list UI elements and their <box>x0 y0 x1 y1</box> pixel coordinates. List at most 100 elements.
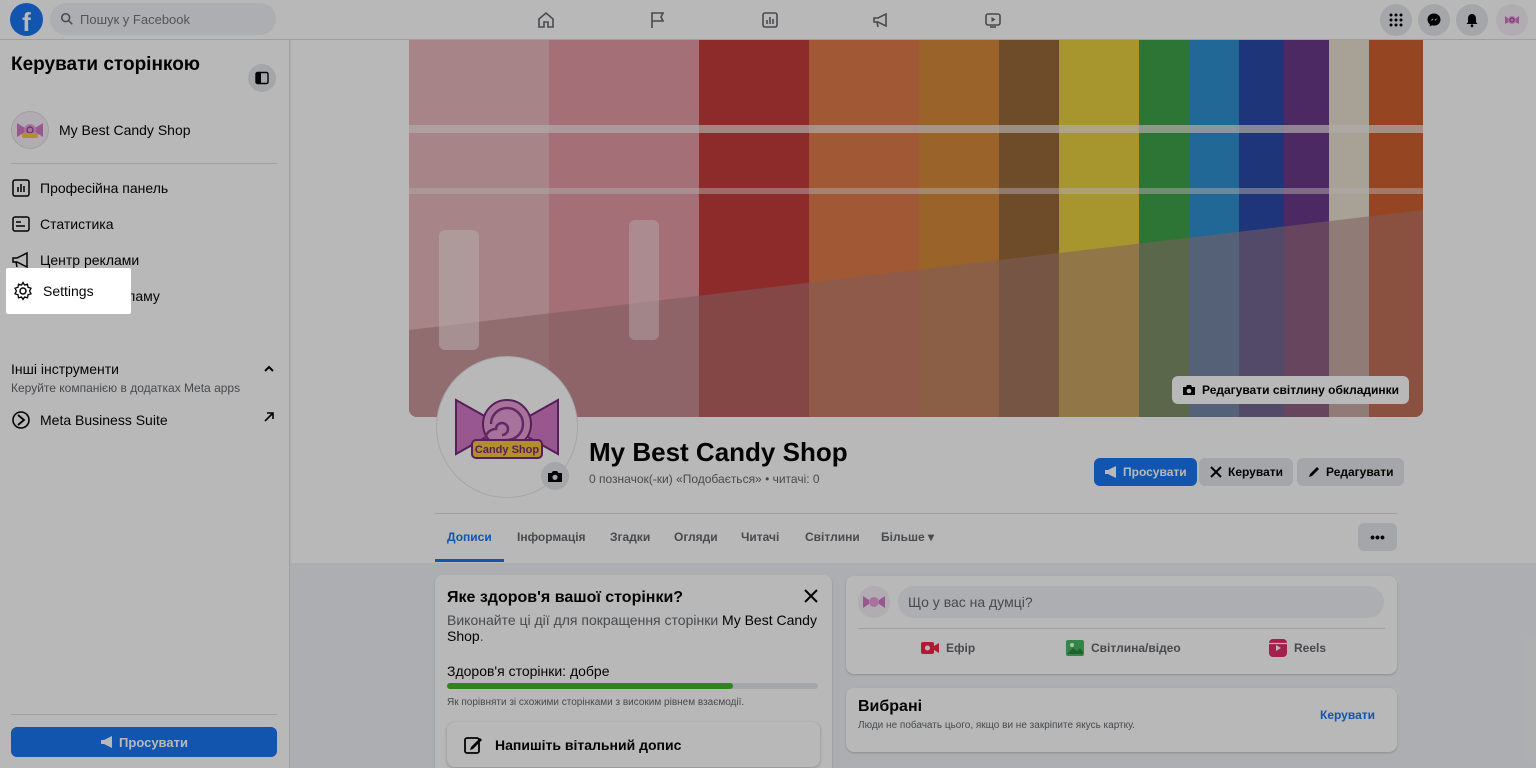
search-box[interactable] <box>50 3 276 35</box>
close-icon[interactable] <box>802 587 820 605</box>
health-progress-fill <box>447 683 733 689</box>
page-avatar <box>11 111 49 149</box>
candy-shop-logo: Candy Shop <box>455 398 559 459</box>
candy-logo-icon <box>863 596 885 608</box>
live-video-icon <box>921 642 939 654</box>
health-desc-suffix: . <box>479 628 484 644</box>
search-icon <box>60 12 73 25</box>
manage-button[interactable]: Керувати <box>1199 458 1293 486</box>
featured-title: Вибрані <box>858 698 923 715</box>
health-comparison-note: Як порівняти зі схожими сторінками з вис… <box>447 697 745 708</box>
tools-icon <box>1210 466 1222 478</box>
edit-cover-photo-button[interactable]: Редагувати світлину обкладинки <box>1172 376 1409 404</box>
sidebar-page-link[interactable]: My Best Candy Shop <box>11 111 191 149</box>
settings-label: Settings <box>43 283 94 299</box>
page-title: My Best Candy Shop <box>589 437 848 467</box>
edit-cover-label: Редагувати світлину обкладинки <box>1202 383 1399 397</box>
active-tab-indicator <box>435 559 504 562</box>
tab-reviews[interactable]: Огляди <box>674 530 718 544</box>
health-desc-prefix: Виконайте ці дії для покращення сторінки <box>447 612 723 628</box>
welcome-post-label: Напишіть вітальний допис <box>495 736 682 753</box>
sidebar-bottom-divider <box>11 714 277 715</box>
sidebar-page-name: My Best Candy Shop <box>59 122 191 138</box>
external-link-arrow-icon <box>264 412 274 422</box>
meta-business-suite-icon <box>12 411 30 429</box>
photo-video-label: Світлина/відео <box>1091 641 1181 655</box>
sidebar-item-label: Професійна панель <box>40 180 169 196</box>
tab-about[interactable]: Інформація <box>517 530 586 544</box>
megaphone-icon <box>1105 466 1116 478</box>
live-video-button[interactable]: Ефір <box>920 638 975 658</box>
health-card-title: Яке здоров'я вашої сторінки? <box>447 589 684 606</box>
video-icon[interactable] <box>981 8 1005 32</box>
live-label: Ефір <box>946 641 976 655</box>
sidebar-item-label: Meta Business Suite <box>40 412 168 428</box>
sidebar-divider <box>11 163 277 164</box>
megaphone-icon <box>101 736 113 748</box>
manage-page-sidebar: Керувати сторінкою My Best Candy Shop Пр… <box>0 40 290 768</box>
promote-button[interactable]: Просувати <box>1094 458 1197 486</box>
page-health-card: Яке здоров'я вашої сторінки? Виконайте ц… <box>435 575 832 768</box>
update-profile-picture-button[interactable] <box>541 462 569 490</box>
account-avatar[interactable] <box>1496 4 1528 36</box>
manage-label: Керувати <box>1228 465 1283 479</box>
ads-megaphone-icon[interactable] <box>869 8 893 32</box>
chevron-up-icon[interactable] <box>263 363 275 375</box>
tab-photos[interactable]: Світлини <box>805 530 860 544</box>
tab-posts[interactable]: Дописи <box>447 530 492 544</box>
reels-button[interactable]: Reels <box>1268 638 1326 658</box>
reels-label: Reels <box>1294 641 1327 655</box>
more-options-button[interactable]: ••• <box>1358 523 1397 551</box>
camera-icon <box>1183 385 1195 395</box>
tab-mentions[interactable]: Згадки <box>610 530 650 544</box>
tab-more[interactable]: Більше ▾ <box>881 530 934 544</box>
reels-icon <box>1269 639 1287 657</box>
insights-chart-icon[interactable] <box>758 8 782 32</box>
tabs-divider <box>435 513 1397 514</box>
search-input[interactable] <box>80 11 250 27</box>
write-welcome-post-button[interactable]: Напишіть вітальний допис <box>447 722 820 767</box>
photo-icon <box>1066 640 1084 656</box>
sidebar-item-insights[interactable]: Статистика <box>11 209 114 239</box>
post-composer-card: Що у вас на думці? Ефір Світлина/відео R… <box>846 576 1397 674</box>
edit-page-button[interactable]: Редагувати <box>1297 458 1404 486</box>
facebook-logo[interactable]: f <box>10 3 43 36</box>
top-navigation-bar: f <box>0 0 1536 40</box>
candy-logo-icon <box>1505 16 1519 24</box>
sidebar-item-label: Центр реклами <box>40 252 140 268</box>
sidebar-promote-button[interactable]: Просувати <box>11 727 277 757</box>
featured-manage-link[interactable]: Керувати <box>1320 708 1375 722</box>
page-stats: 0 позначок(-ки) «Подобається» • читачі: … <box>589 472 820 486</box>
gear-icon <box>14 281 32 301</box>
featured-subtitle: Люди не побачать цього, якщо ви не закрі… <box>858 720 1135 731</box>
notifications-bell-icon[interactable] <box>1456 4 1488 36</box>
whats-on-your-mind-input[interactable]: Що у вас на думці? <box>898 586 1384 618</box>
menu-grid-icon[interactable] <box>1380 4 1412 36</box>
home-icon[interactable] <box>534 8 558 32</box>
health-status-label: Здоров'я сторінки: добре <box>447 663 610 679</box>
sidebar-item-professional-dashboard[interactable]: Професійна панель <box>11 173 168 203</box>
camera-icon <box>548 471 562 482</box>
promote-label: Просувати <box>1123 465 1187 479</box>
tab-followers[interactable]: Читачі <box>741 530 779 544</box>
compose-icon <box>464 736 482 754</box>
featured-card: Вибрані Люди не побачать цього, якщо ви … <box>846 688 1397 752</box>
photo-video-button[interactable]: Світлина/відео <box>1065 638 1181 658</box>
pages-flag-icon[interactable] <box>646 8 670 32</box>
sidebar-toggle-icon <box>255 71 269 85</box>
composer-avatar <box>858 586 890 618</box>
pencil-icon <box>1309 467 1319 477</box>
collapse-sidebar-button[interactable] <box>248 64 276 92</box>
other-tools-subtitle: Керуйте компанією в додатках Meta apps <box>11 381 241 395</box>
health-card-description: Виконайте ці дії для покращення сторінки… <box>447 612 817 644</box>
edit-label: Редагувати <box>1326 465 1394 479</box>
sidebar-item-settings[interactable]: Settings <box>6 268 131 314</box>
messenger-icon[interactable] <box>1418 4 1450 36</box>
sidebar-item-label: Статистика <box>40 216 114 232</box>
dashboard-icon <box>12 179 30 197</box>
svg-text:Candy Shop: Candy Shop <box>475 444 539 456</box>
sidebar-item-meta-business-suite[interactable]: Meta Business Suite <box>11 405 168 435</box>
composer-divider <box>858 628 1385 629</box>
candy-jars-image <box>409 40 1423 417</box>
sidebar-promote-label: Просувати <box>119 734 188 750</box>
